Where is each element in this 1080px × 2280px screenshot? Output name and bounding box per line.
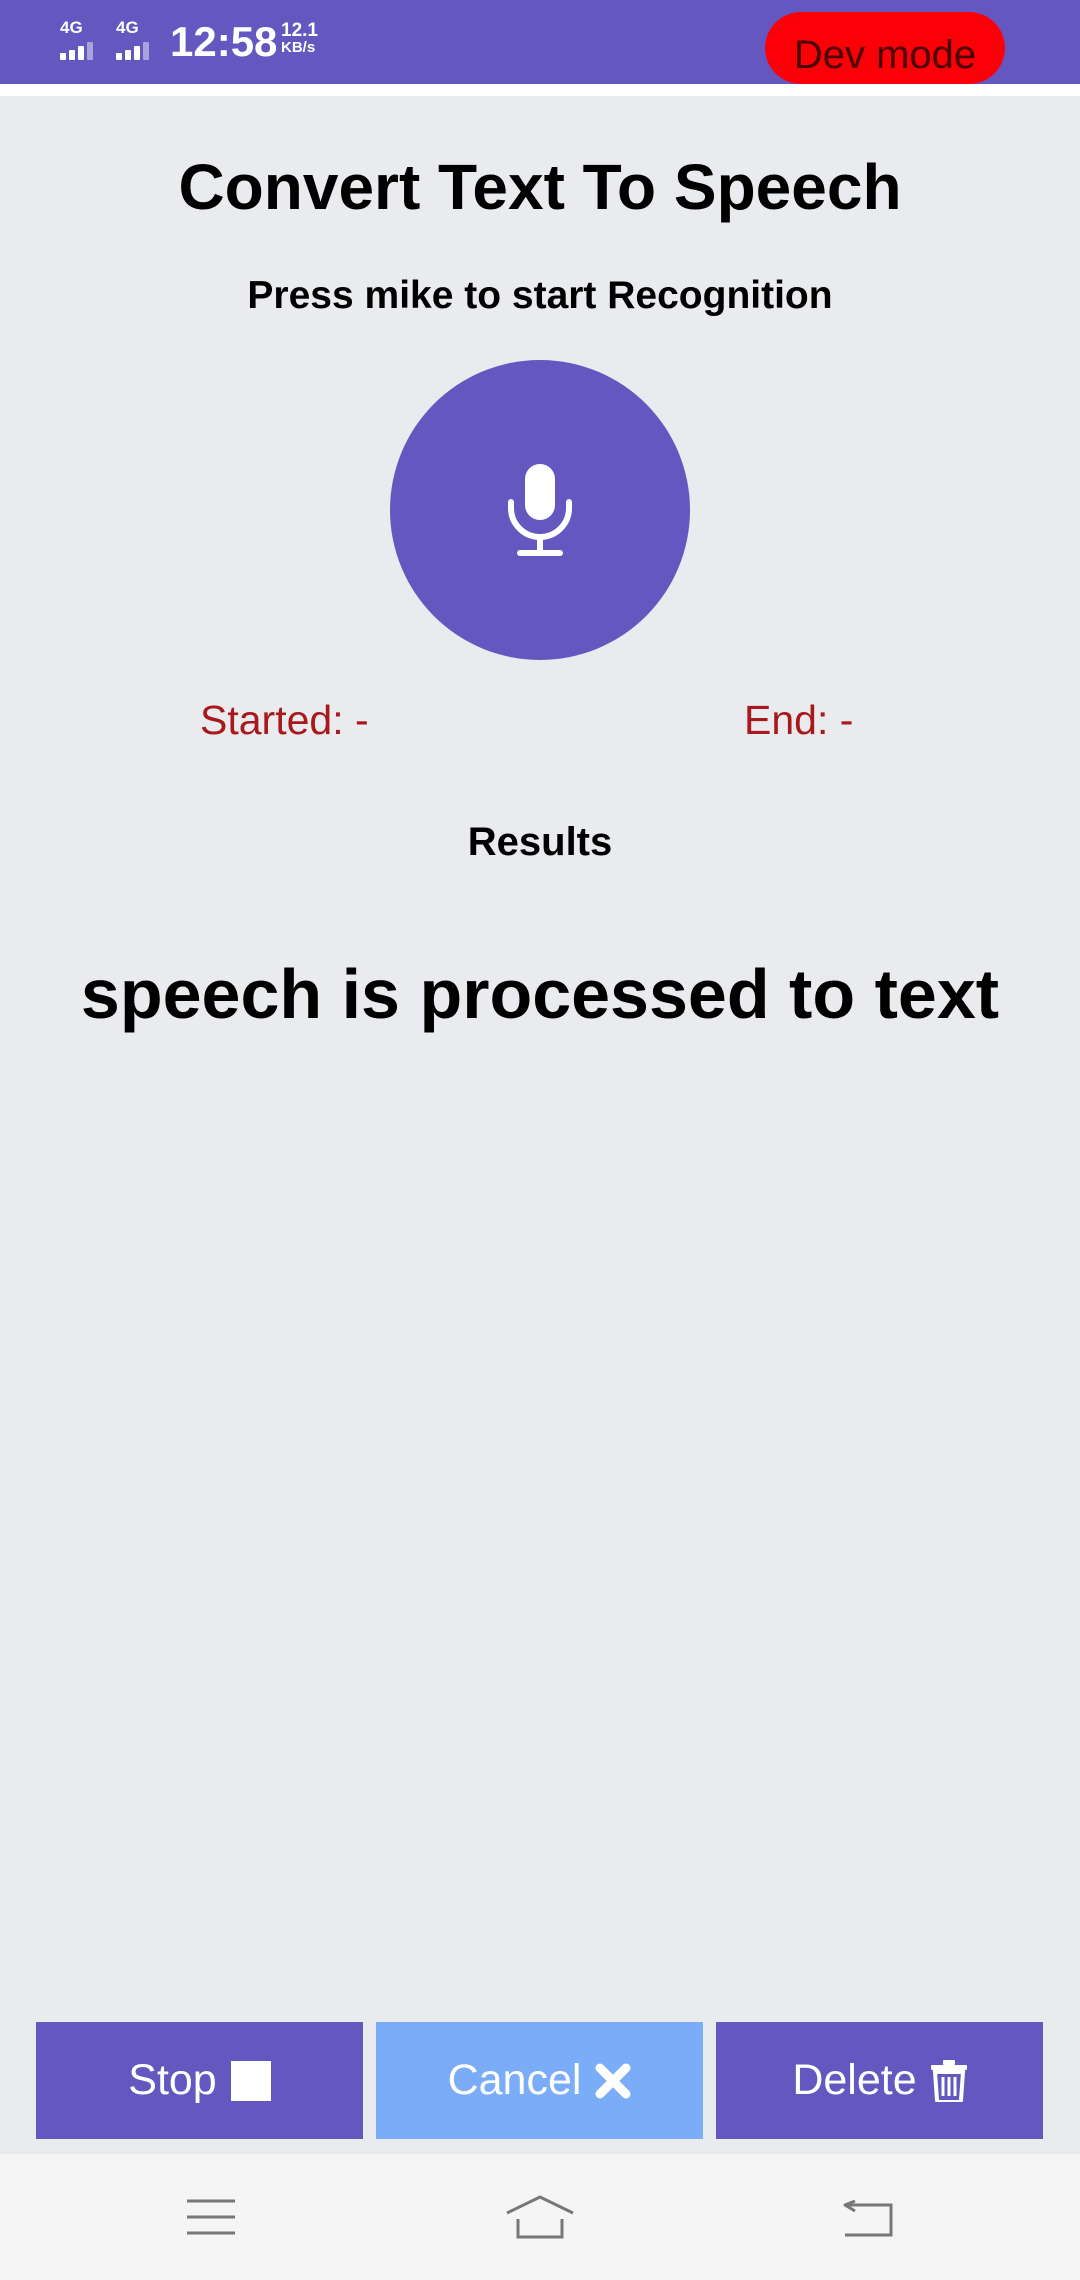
stop-square-icon (230, 2060, 271, 2101)
network-speed: 12.1 KB/s (281, 20, 318, 56)
result-text: speech is processed to text (80, 955, 1000, 1033)
cancel-button[interactable]: Cancel (376, 2022, 703, 2139)
stop-button[interactable]: Stop (36, 2022, 363, 2139)
results-heading: Results (467, 820, 613, 864)
network-type-1: 4G (60, 18, 83, 37)
stop-button-label: Stop (128, 2056, 217, 2104)
header-divider (0, 84, 1080, 96)
delete-button[interactable]: Delete (716, 2022, 1043, 2139)
status-clock: 12:58 (170, 18, 278, 65)
close-x-icon (595, 2063, 631, 2099)
trash-icon (930, 2059, 967, 2102)
started-label: Started: - (200, 697, 369, 743)
back-icon[interactable] (829, 2182, 909, 2252)
menu-icon[interactable] (171, 2182, 251, 2252)
dev-mode-badge[interactable]: Dev mode (765, 12, 1005, 84)
system-nav-bar (0, 2154, 1080, 2280)
network-type-2: 4G (116, 18, 139, 37)
delete-button-label: Delete (792, 2056, 917, 2104)
instruction-text: Press mike to start Recognition (247, 274, 833, 317)
signal-1-icon: 4G (58, 18, 102, 62)
status-bar: 4G 4G 12:58 12.1 KB/s Dev mode (0, 0, 1080, 84)
home-icon[interactable] (500, 2182, 580, 2252)
end-label: End: - (744, 697, 854, 743)
page-title: Convert Text To Speech (178, 151, 902, 223)
signal-2-icon: 4G (114, 18, 158, 62)
microphone-icon (508, 464, 572, 556)
cancel-button-label: Cancel (447, 2056, 582, 2104)
network-speed-unit: KB/s (281, 39, 316, 56)
network-speed-value: 12.1 (281, 20, 318, 41)
microphone-button[interactable] (390, 360, 690, 660)
